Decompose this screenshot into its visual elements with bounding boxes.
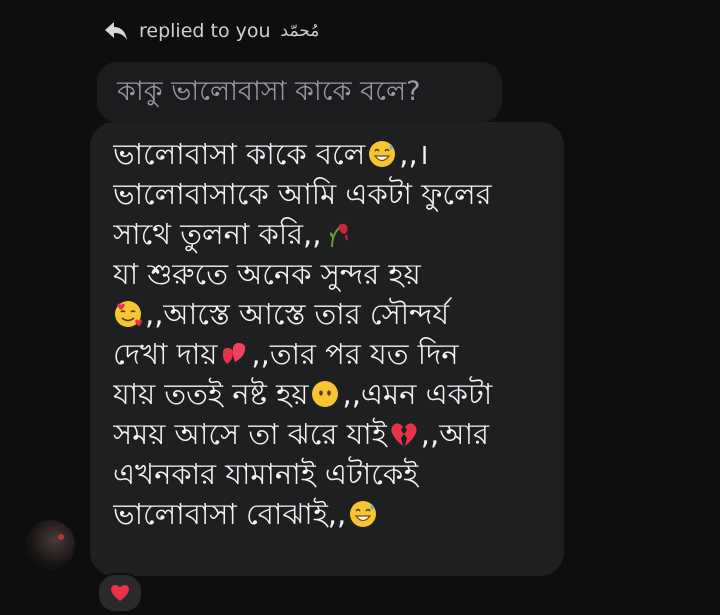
broken-heart-icon — [389, 419, 419, 449]
grinning-face-with-sweat-icon — [348, 499, 378, 529]
reply-header: replied to you مُحمّد — [103, 20, 319, 42]
wilted-flower-icon — [324, 219, 354, 249]
message-line-text: ,,আস্তে আস্তে তার সৌন্দর্য — [145, 297, 450, 331]
message-line-text: সময় আসে তা ঝরে যাই — [113, 417, 387, 451]
reaction-badge[interactable] — [97, 573, 143, 613]
message-line-text: ,,এমন একটা — [342, 377, 493, 411]
quoted-message[interactable]: কাকু ভালোবাসা কাকে বলে? — [97, 62, 502, 122]
message-line: ভালোবাসা বোঝাই,, — [113, 494, 552, 534]
message-line-text: যা শুরুতে অনেক সুন্দর হয় — [113, 257, 421, 291]
message-line: সময় আসে তা ঝরে যাই ,,আর — [113, 414, 552, 454]
avatar-detail — [58, 534, 64, 540]
message-line-text: ভালোবাসা কাকে বলে — [113, 137, 366, 171]
message-line: দেখা দায় ,,তার পর যত দিন — [113, 334, 552, 374]
message-line-text: যায় ততই নষ্ট হয় — [113, 377, 309, 411]
message-line-text: সাথে তুলনা করি,, — [113, 217, 322, 251]
message-line: এখনকার যামানাই এটাকেই — [113, 454, 552, 494]
red-heart-icon — [110, 584, 130, 602]
reply-sender-name[interactable]: مُحمّد — [281, 21, 320, 41]
message-line-text: ,,তার পর যত দিন — [251, 337, 459, 371]
grinning-face-with-sweat-icon — [367, 139, 397, 169]
message-line: যা শুরুতে অনেক সুন্দর হয় — [113, 254, 552, 294]
message-line-text: ভালোবাসাকে আমি একটা ফুলের — [113, 177, 492, 211]
message-line-text: দেখা দায় — [113, 337, 218, 371]
message-bubble[interactable]: ভালোবাসা কাকে বলে ,,। ভালোবাসাকে আমি একট… — [90, 122, 564, 576]
reply-header-text: replied to you — [139, 20, 271, 42]
face-without-mouth-icon — [310, 379, 340, 409]
message-line-text: এখনকার যামানাই এটাকেই — [113, 457, 419, 491]
reply-arrow-icon — [103, 20, 129, 42]
quoted-message-text: কাকু ভালোবাসা কাকে বলে? — [117, 76, 421, 107]
message-line: সাথে তুলনা করি,, — [113, 214, 552, 254]
smiling-face-with-hearts-icon — [113, 299, 143, 329]
two-hearts-icon — [219, 339, 249, 369]
message-line: ,,আস্তে আস্তে তার সৌন্দর্য — [113, 294, 552, 334]
message-line-text: ,,। — [399, 137, 429, 171]
message-line-text: ভালোবাসা বোঝাই,, — [113, 497, 347, 531]
message-line: ভালোবাসা কাকে বলে ,,। — [113, 134, 552, 174]
avatar[interactable] — [25, 520, 75, 570]
message-line: ভালোবাসাকে আমি একটা ফুলের — [113, 174, 552, 214]
message-line-text: ,,আর — [420, 417, 489, 451]
message-line: যায় ততই নষ্ট হয় ,,এমন একটা — [113, 374, 552, 414]
